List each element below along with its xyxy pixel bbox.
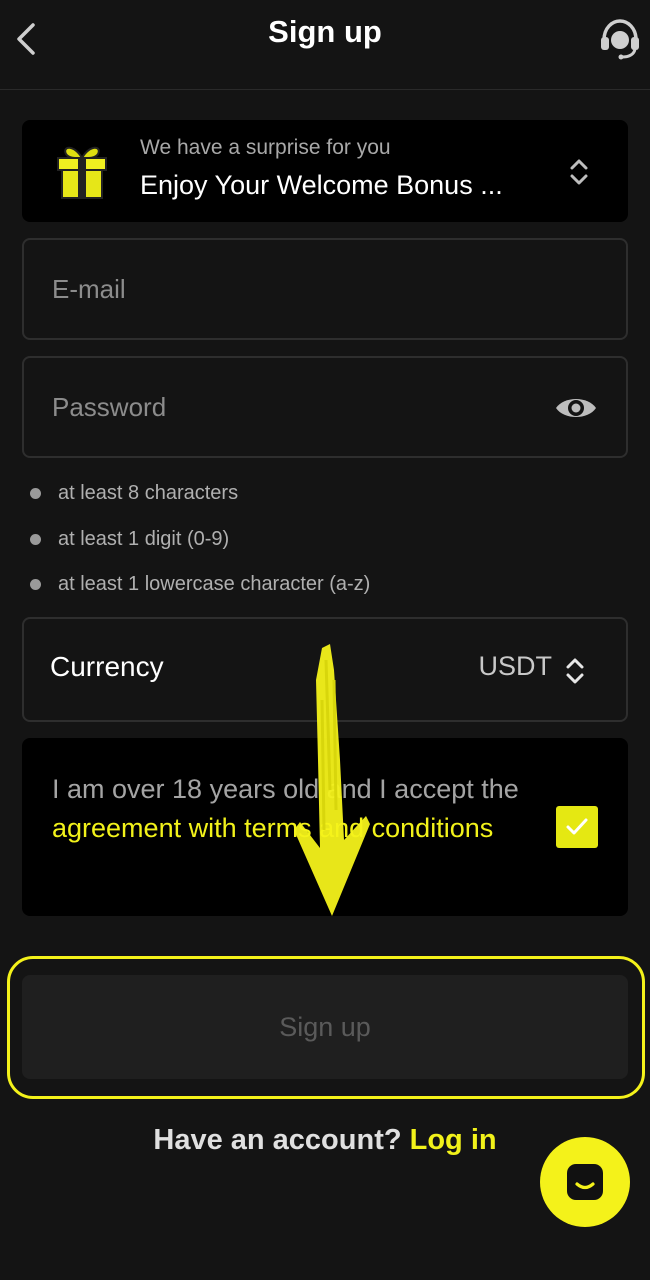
- headset-icon[interactable]: [598, 16, 642, 60]
- bullet-icon: [30, 579, 41, 590]
- terms-text: I am over 18 years old and I accept the …: [52, 770, 522, 848]
- checkmark-icon: [566, 818, 588, 835]
- password-rule: at least 1 digit (0-9): [30, 528, 229, 551]
- terms-link[interactable]: agreement with terms and conditions: [52, 813, 493, 843]
- terms-checkbox[interactable]: [556, 806, 598, 848]
- eye-icon[interactable]: [554, 393, 598, 423]
- terms-agreement: I am over 18 years old and I accept the …: [22, 738, 628, 916]
- bullet-icon: [30, 534, 41, 545]
- password-rule-text: at least 1 digit (0-9): [58, 528, 230, 550]
- password-rule: at least 1 lowercase character (a-z): [30, 573, 370, 596]
- password-rule-text: at least 8 characters: [58, 482, 239, 504]
- email-input[interactable]: [52, 240, 532, 338]
- page-title: Sign up: [268, 14, 382, 49]
- bullet-icon: [30, 488, 41, 499]
- chevron-updown-icon: [568, 156, 590, 188]
- have-account-text: Have an account?: [153, 1124, 410, 1156]
- password-rule-text: at least 1 lowercase character (a-z): [58, 573, 371, 595]
- bonus-title: Enjoy Your Welcome Bonus ...: [140, 170, 503, 200]
- chat-button[interactable]: [540, 1137, 630, 1227]
- welcome-bonus-selector[interactable]: We have a surprise for you Enjoy Your We…: [22, 120, 628, 222]
- currency-selector[interactable]: Currency USDT: [22, 617, 628, 722]
- header: Sign up: [0, 0, 650, 90]
- password-rule: at least 8 characters: [30, 482, 238, 505]
- currency-label: Currency: [50, 651, 164, 682]
- chat-icon: [567, 1164, 603, 1200]
- terms-text-before: I am over 18 years old and I accept the: [52, 774, 519, 804]
- password-field-container: [22, 356, 628, 458]
- login-link[interactable]: Log in: [410, 1124, 497, 1156]
- signup-button[interactable]: Sign up: [22, 975, 628, 1079]
- currency-value: USDT: [478, 651, 553, 681]
- password-input[interactable]: [52, 358, 532, 456]
- bonus-subtitle: We have a surprise for you: [140, 136, 391, 159]
- chevron-updown-icon: [564, 655, 586, 687]
- gift-icon: [54, 140, 110, 200]
- email-field-container: [22, 238, 628, 340]
